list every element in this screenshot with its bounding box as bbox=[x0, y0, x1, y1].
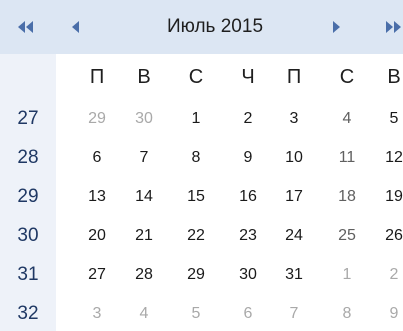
day-cell[interactable]: 17 bbox=[276, 182, 312, 212]
day-cell[interactable]: 31 bbox=[276, 260, 312, 290]
prev-year-button[interactable] bbox=[13, 14, 39, 40]
day-cell[interactable]: 14 bbox=[126, 182, 162, 212]
day-cell[interactable]: 2 bbox=[376, 260, 403, 290]
day-cell[interactable]: 24 bbox=[276, 221, 312, 251]
day-cell[interactable]: 4 bbox=[329, 104, 365, 134]
day-cell[interactable]: 29 bbox=[79, 104, 115, 134]
next-month-button[interactable] bbox=[323, 14, 349, 40]
day-cell[interactable]: 25 bbox=[329, 221, 365, 251]
next-year-button[interactable] bbox=[380, 14, 403, 40]
calendar: Июль 2015 П В С Ч П С В 27 29 30 1 2 3 4 5 28 6 7 8 9 10 11 12… bbox=[0, 0, 403, 331]
day-cell[interactable]: 3 bbox=[79, 299, 115, 329]
day-cell[interactable]: 6 bbox=[79, 143, 115, 173]
day-cell[interactable]: 8 bbox=[329, 299, 365, 329]
weekday-header-0: П bbox=[89, 66, 105, 88]
day-cell[interactable]: 7 bbox=[276, 299, 312, 329]
day-cell[interactable]: 27 bbox=[79, 260, 115, 290]
week-number: 32 bbox=[17, 303, 39, 324]
week-number: 30 bbox=[17, 225, 39, 246]
day-cell[interactable]: 11 bbox=[329, 143, 365, 173]
day-cell[interactable]: 16 bbox=[230, 182, 266, 212]
day-cell[interactable]: 3 bbox=[276, 104, 312, 134]
day-cell[interactable]: 28 bbox=[126, 260, 162, 290]
day-cell[interactable]: 10 bbox=[276, 143, 312, 173]
weekday-header-4: П bbox=[286, 66, 302, 88]
right-arrow-icon bbox=[333, 21, 340, 33]
day-cell[interactable]: 29 bbox=[178, 260, 214, 290]
weekday-header-6: В bbox=[387, 66, 401, 88]
day-cell[interactable]: 21 bbox=[126, 221, 162, 251]
day-cell[interactable]: 8 bbox=[178, 143, 214, 173]
day-cell[interactable]: 26 bbox=[376, 221, 403, 251]
day-cell[interactable]: 15 bbox=[178, 182, 214, 212]
day-cell[interactable]: 1 bbox=[178, 104, 214, 134]
week-number: 28 bbox=[17, 147, 39, 168]
day-cell[interactable]: 30 bbox=[126, 104, 162, 134]
day-cell[interactable]: 1 bbox=[329, 260, 365, 290]
day-cell[interactable]: 22 bbox=[178, 221, 214, 251]
day-cell[interactable]: 9 bbox=[376, 299, 403, 329]
double-left-arrow-icon bbox=[18, 21, 33, 33]
weekday-header-5: С bbox=[339, 66, 355, 88]
week-number: 27 bbox=[17, 108, 39, 129]
left-arrow-icon bbox=[72, 21, 79, 33]
weekday-header-2: С bbox=[188, 66, 204, 88]
day-cell[interactable]: 18 bbox=[329, 182, 365, 212]
day-cell[interactable]: 9 bbox=[230, 143, 266, 173]
day-cell[interactable]: 20 bbox=[79, 221, 115, 251]
day-cell[interactable]: 6 bbox=[230, 299, 266, 329]
day-cell[interactable]: 5 bbox=[178, 299, 214, 329]
week-number: 31 bbox=[17, 264, 39, 285]
double-right-arrow-icon bbox=[386, 21, 401, 33]
day-cell[interactable]: 7 bbox=[126, 143, 162, 173]
weekday-header-3: Ч bbox=[241, 66, 255, 88]
prev-month-button[interactable] bbox=[63, 14, 89, 40]
day-cell[interactable]: 19 bbox=[376, 182, 403, 212]
calendar-header: Июль 2015 bbox=[0, 0, 403, 54]
day-cell[interactable]: 12 bbox=[376, 143, 403, 173]
day-cell[interactable]: 5 bbox=[376, 104, 403, 134]
month-title[interactable]: Июль 2015 bbox=[140, 14, 290, 40]
day-cell[interactable]: 13 bbox=[79, 182, 115, 212]
day-cell[interactable]: 4 bbox=[126, 299, 162, 329]
day-cell[interactable]: 23 bbox=[230, 221, 266, 251]
week-number: 29 bbox=[17, 186, 39, 207]
day-cell[interactable]: 30 bbox=[230, 260, 266, 290]
day-cell[interactable]: 2 bbox=[230, 104, 266, 134]
weekday-header-1: В bbox=[137, 66, 151, 88]
